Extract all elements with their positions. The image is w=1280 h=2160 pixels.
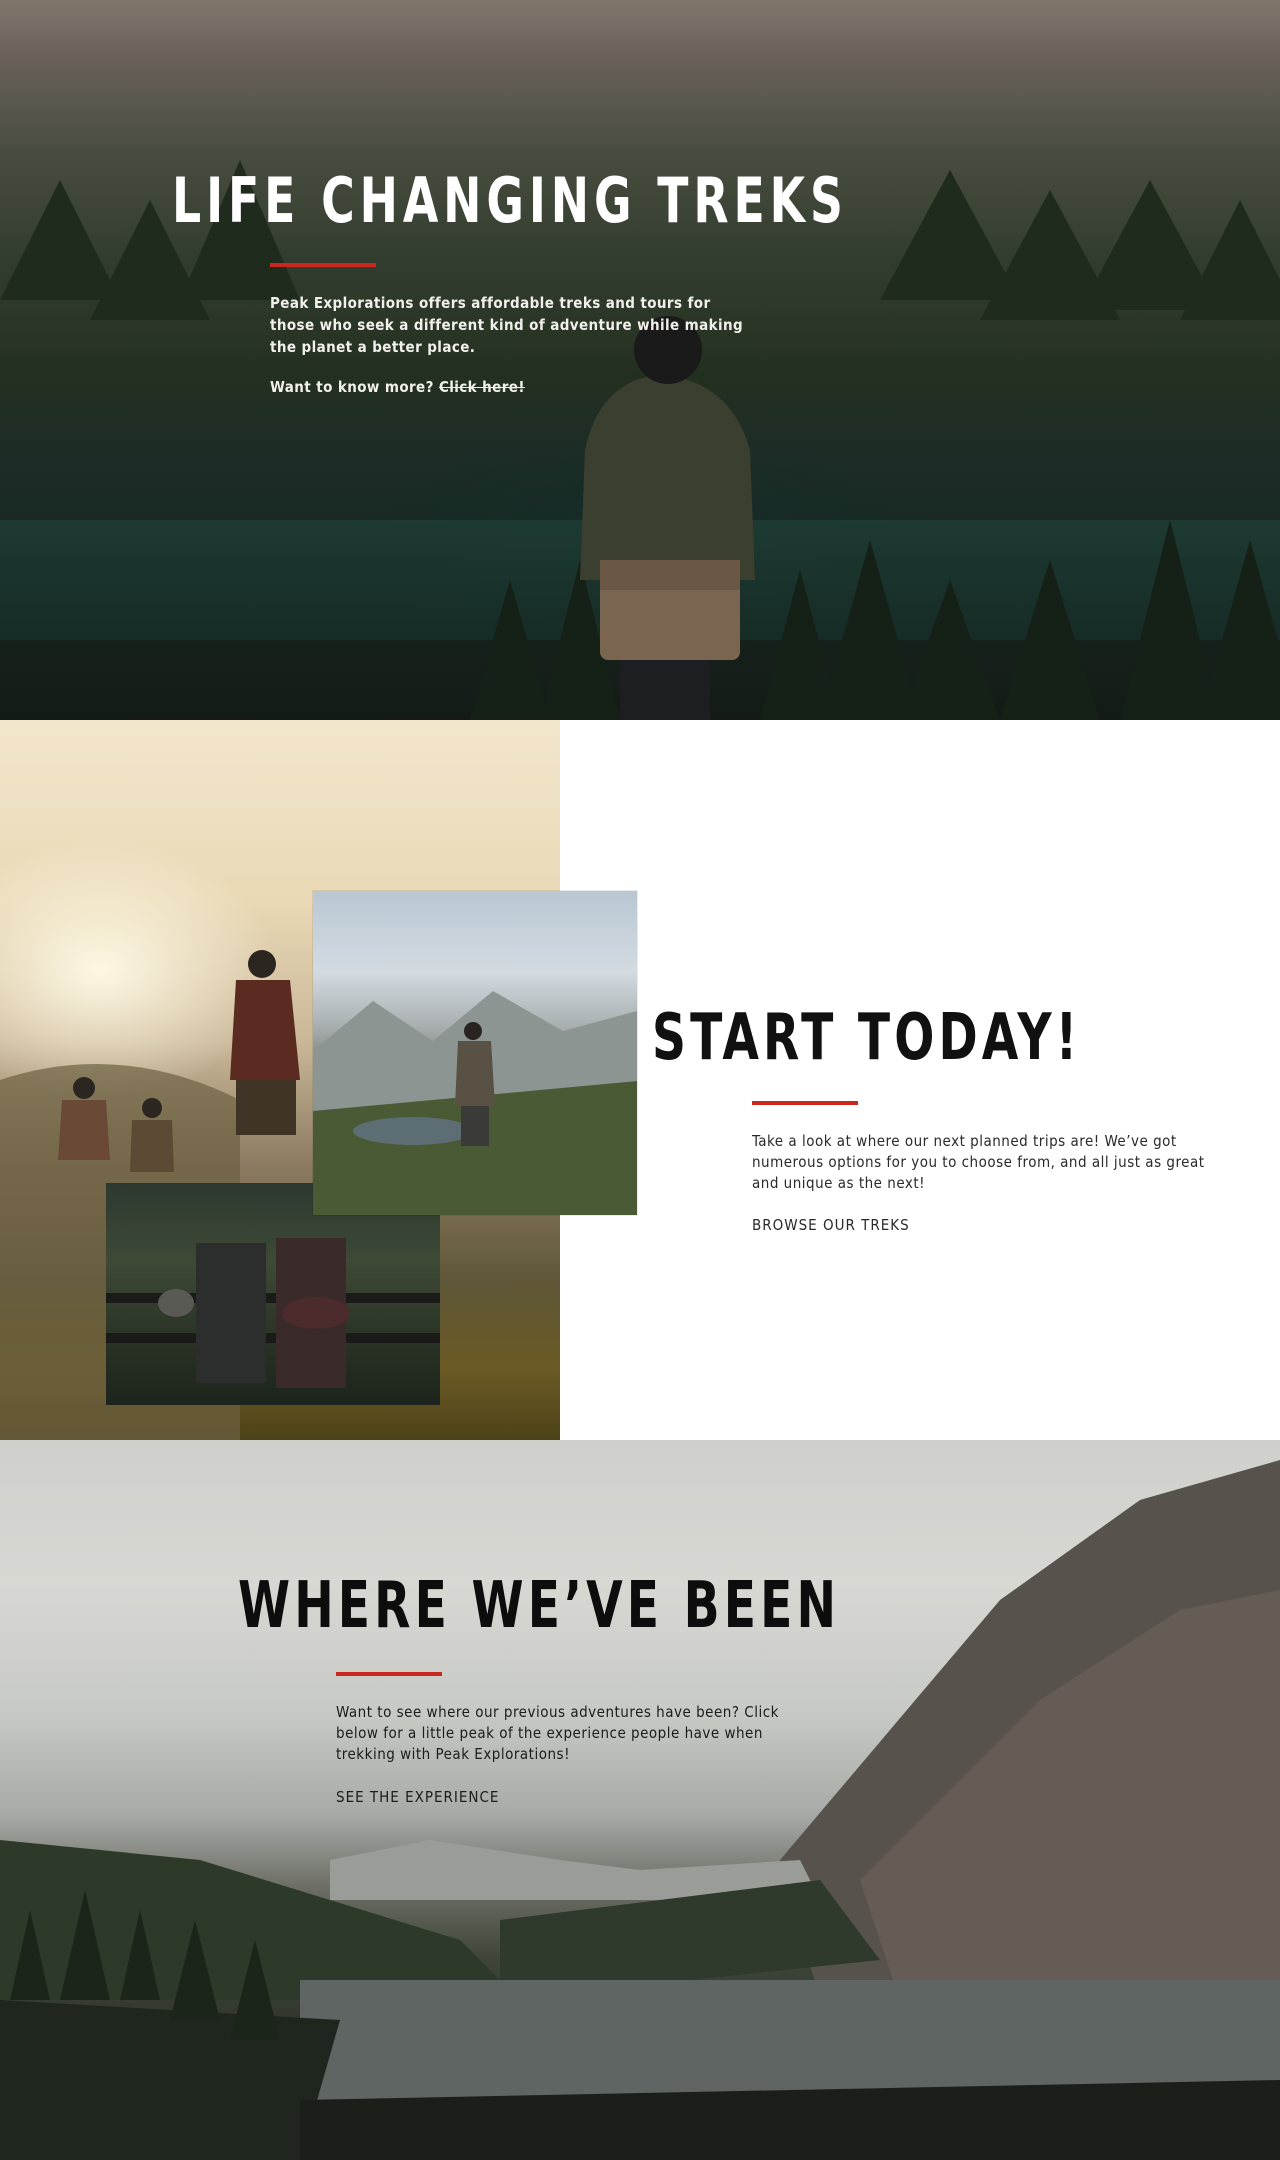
start-today-title: START TODAY!	[652, 1001, 1082, 1075]
where-weve-been-title: WHERE WE’VE BEEN	[238, 1569, 841, 1643]
mountain-hiker-illustration	[313, 991, 637, 1215]
start-today-description: Take a look at where our next planned tr…	[752, 1132, 1205, 1192]
hero-title-underline	[270, 263, 376, 267]
forest-hikers-illustration	[106, 1238, 440, 1388]
hero-description: Peak Explorations offers affordable trek…	[270, 294, 744, 356]
mountain-hiker-photo	[313, 891, 637, 1215]
hero-more-line: Want to know more? Click here!	[270, 378, 525, 396]
where-weve-been-description: Want to see where our previous adventure…	[336, 1703, 779, 1763]
start-today-underline	[752, 1101, 858, 1105]
browse-treks-link[interactable]: BROWSE OUR TREKS	[752, 1216, 910, 1234]
hero-click-here-link[interactable]: Click here!	[439, 378, 525, 396]
mountain-lake-illustration	[0, 1460, 1280, 2160]
hero-forest-illustration	[0, 160, 1280, 720]
hero-section: LIFE CHANGING TREKS Peak Explorations of…	[0, 0, 1280, 720]
hero-title: LIFE CHANGING TREKS	[172, 164, 848, 237]
hiker-figure	[580, 316, 755, 720]
forest-hikers-photo	[106, 1183, 440, 1405]
where-weve-been-section	[0, 1440, 1280, 2160]
see-experience-link[interactable]: SEE THE EXPERIENCE	[336, 1788, 499, 1806]
start-today-section: START TODAY! Take a look at where our ne…	[0, 720, 1280, 1440]
where-weve-been-underline	[336, 1672, 442, 1676]
hero-more-prefix: Want to know more?	[270, 378, 439, 396]
